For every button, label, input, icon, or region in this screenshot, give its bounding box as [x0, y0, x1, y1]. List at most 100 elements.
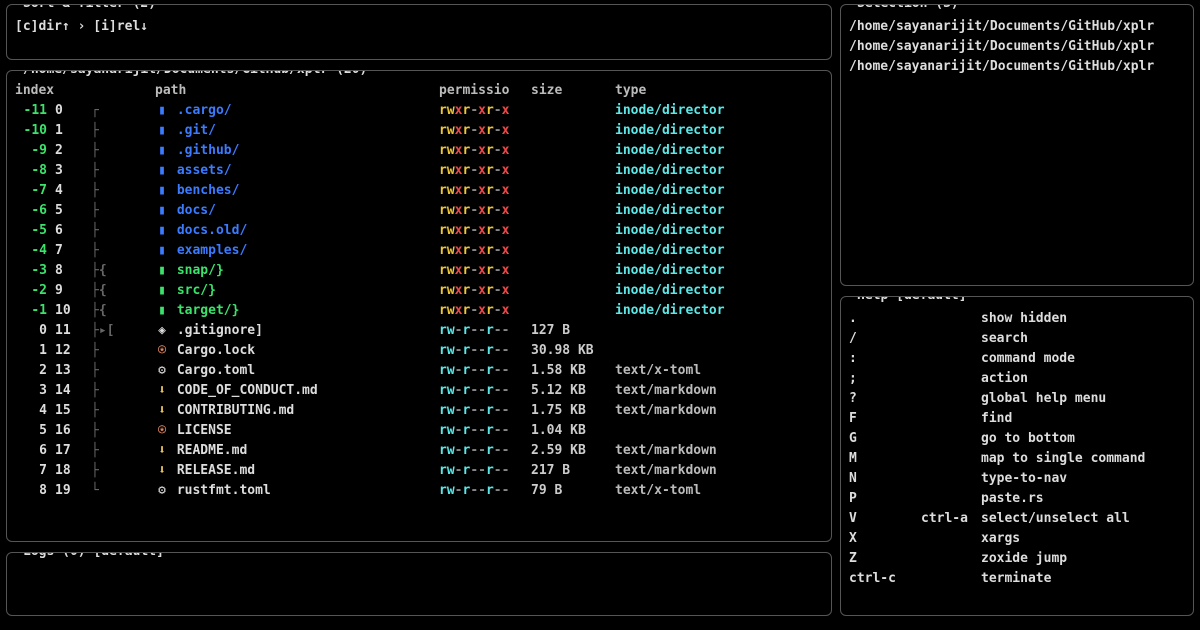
table-row[interactable]: -38├{▮ snap/}rwxr-xr-xinode/director [15, 261, 823, 281]
column-headers: index path permissio size type [15, 81, 823, 101]
file-rows[interactable]: -110┌▮ .cargo/rwxr-xr-xinode/director-10… [15, 101, 823, 501]
table-row[interactable]: -74├▮ benches/rwxr-xr-xinode/director [15, 181, 823, 201]
table-row[interactable]: 314├⬇ CODE_OF_CONDUCT.mdrw-r--r--5.12 KB… [15, 381, 823, 401]
folder-icon: ▮ [155, 201, 169, 221]
file-size: 127 B [531, 321, 611, 341]
table-row[interactable]: -56├▮ docs.old/rwxr-xr-xinode/director [15, 221, 823, 241]
selection-item[interactable]: /home/sayanarijit/Documents/GitHub/xplr [849, 17, 1185, 37]
table-row[interactable]: 516├⍟ LICENSErw-r--r--1.04 KB [15, 421, 823, 441]
help-alt-key [921, 329, 981, 349]
table-row[interactable]: 415├⬇ CONTRIBUTING.mdrw-r--r--1.75 KBtex… [15, 401, 823, 421]
selection-count: (3) [935, 4, 958, 11]
relative-index: -1 [15, 301, 51, 321]
file-name[interactable]: ▮ examples/ [155, 241, 435, 261]
mime-type: text/x-toml [615, 481, 755, 501]
file-icon: ⬇ [155, 401, 169, 421]
absolute-index: 19 [55, 481, 87, 501]
file-size: 5.12 KB [531, 381, 611, 401]
sort-filter-title: Sort & filter (2) [17, 4, 162, 14]
file-size: 30.98 KB [531, 341, 611, 361]
browser-count: (20) [336, 70, 367, 77]
help-row: :command mode [849, 349, 1185, 369]
permissions: rwxr-xr-x [439, 261, 527, 281]
relative-index: 2 [15, 361, 51, 381]
file-name[interactable]: ⬇ RELEASE.md [155, 461, 435, 481]
file-name[interactable]: ▮ src/} [155, 281, 435, 301]
file-size: 1.58 KB [531, 361, 611, 381]
tree-glyph: ├ [91, 361, 151, 381]
permissions: rw-r--r-- [439, 341, 527, 361]
table-row[interactable]: 011├▸[◈ .gitignore]rw-r--r--127 B [15, 321, 823, 341]
file-size [531, 221, 611, 241]
relative-index: -2 [15, 281, 51, 301]
file-name[interactable]: ⬇ CODE_OF_CONDUCT.md [155, 381, 435, 401]
file-name[interactable]: ▮ .cargo/ [155, 101, 435, 121]
file-name[interactable]: ▮ snap/} [155, 261, 435, 281]
table-row[interactable]: 819└⚙ rustfmt.tomlrw-r--r--79 Btext/x-to… [15, 481, 823, 501]
help-description: go to bottom [981, 429, 1185, 449]
file-size [531, 241, 611, 261]
relative-index: -6 [15, 201, 51, 221]
file-name[interactable]: ▮ target/} [155, 301, 435, 321]
help-description: search [981, 329, 1185, 349]
table-row[interactable]: 213├⚙ Cargo.tomlrw-r--r--1.58 KBtext/x-t… [15, 361, 823, 381]
selection-item[interactable]: /home/sayanarijit/Documents/GitHub/xplr [849, 37, 1185, 57]
tree-glyph: ├ [91, 341, 151, 361]
table-row[interactable]: -92├▮ .github/rwxr-xr-xinode/director [15, 141, 823, 161]
file-name[interactable]: ▮ .github/ [155, 141, 435, 161]
file-name[interactable]: ▮ benches/ [155, 181, 435, 201]
file-name[interactable]: ⍟ Cargo.lock [155, 341, 435, 361]
help-row: Vctrl-aselect/unselect all [849, 509, 1185, 529]
permissions: rwxr-xr-x [439, 301, 527, 321]
relative-index: 4 [15, 401, 51, 421]
browser-title: /home/sayanarijit/Documents/GitHub/xplr … [17, 70, 373, 80]
table-row[interactable]: -101├▮ .git/rwxr-xr-xinode/director [15, 121, 823, 141]
help-key: / [849, 329, 921, 349]
table-row[interactable]: 112├⍟ Cargo.lockrw-r--r--30.98 KB [15, 341, 823, 361]
file-name[interactable]: ⚙ rustfmt.toml [155, 481, 435, 501]
relative-index: 7 [15, 461, 51, 481]
help-description: type-to-nav [981, 469, 1185, 489]
file-name[interactable]: ⬇ CONTRIBUTING.md [155, 401, 435, 421]
tree-glyph: ├{ [91, 301, 151, 321]
file-size: 2.59 KB [531, 441, 611, 461]
table-row[interactable]: 617├⬇ README.mdrw-r--r--2.59 KBtext/mark… [15, 441, 823, 461]
table-row[interactable]: -65├▮ docs/rwxr-xr-xinode/director [15, 201, 823, 221]
file-name[interactable]: ▮ assets/ [155, 161, 435, 181]
file-size: 217 B [531, 461, 611, 481]
help-key: . [849, 309, 921, 329]
file-name[interactable]: ▮ .git/ [155, 121, 435, 141]
permissions: rwxr-xr-x [439, 141, 527, 161]
file-name[interactable]: ⚙ Cargo.toml [155, 361, 435, 381]
absolute-index: 1 [55, 121, 87, 141]
table-row[interactable]: -110┌▮ .cargo/rwxr-xr-xinode/director [15, 101, 823, 121]
help-key: ctrl-c [849, 569, 921, 589]
mime-type: text/markdown [615, 401, 755, 421]
help-row: Mmap to single command [849, 449, 1185, 469]
permissions: rw-r--r-- [439, 361, 527, 381]
tree-glyph: ├▸[ [91, 321, 151, 341]
absolute-index: 12 [55, 341, 87, 361]
sort-filter-line[interactable]: [c]dir↑ › [i]rel↓ [15, 19, 148, 34]
table-row[interactable]: -29├{▮ src/}rwxr-xr-xinode/director [15, 281, 823, 301]
table-row[interactable]: 718├⬇ RELEASE.mdrw-r--r--217 Btext/markd… [15, 461, 823, 481]
tree-glyph: ├ [91, 221, 151, 241]
file-name[interactable]: ◈ .gitignore] [155, 321, 435, 341]
folder-icon: ▮ [155, 161, 169, 181]
selection-panel: Selection (3) /home/sayanarijit/Document… [840, 4, 1194, 286]
table-row[interactable]: -83├▮ assets/rwxr-xr-xinode/director [15, 161, 823, 181]
table-row[interactable]: -47├▮ examples/rwxr-xr-xinode/director [15, 241, 823, 261]
selection-item[interactable]: /home/sayanarijit/Documents/GitHub/xplr [849, 57, 1185, 77]
tree-glyph: ├ [91, 241, 151, 261]
file-size [531, 261, 611, 281]
tree-glyph: ├ [91, 461, 151, 481]
file-browser-panel[interactable]: /home/sayanarijit/Documents/GitHub/xplr … [6, 70, 832, 542]
file-name[interactable]: ⬇ README.md [155, 441, 435, 461]
permissions: rwxr-xr-x [439, 221, 527, 241]
file-name[interactable]: ⍟ LICENSE [155, 421, 435, 441]
absolute-index: 9 [55, 281, 87, 301]
file-name[interactable]: ▮ docs.old/ [155, 221, 435, 241]
file-name[interactable]: ▮ docs/ [155, 201, 435, 221]
table-row[interactable]: -110├{▮ target/}rwxr-xr-xinode/director [15, 301, 823, 321]
help-row: Xxargs [849, 529, 1185, 549]
